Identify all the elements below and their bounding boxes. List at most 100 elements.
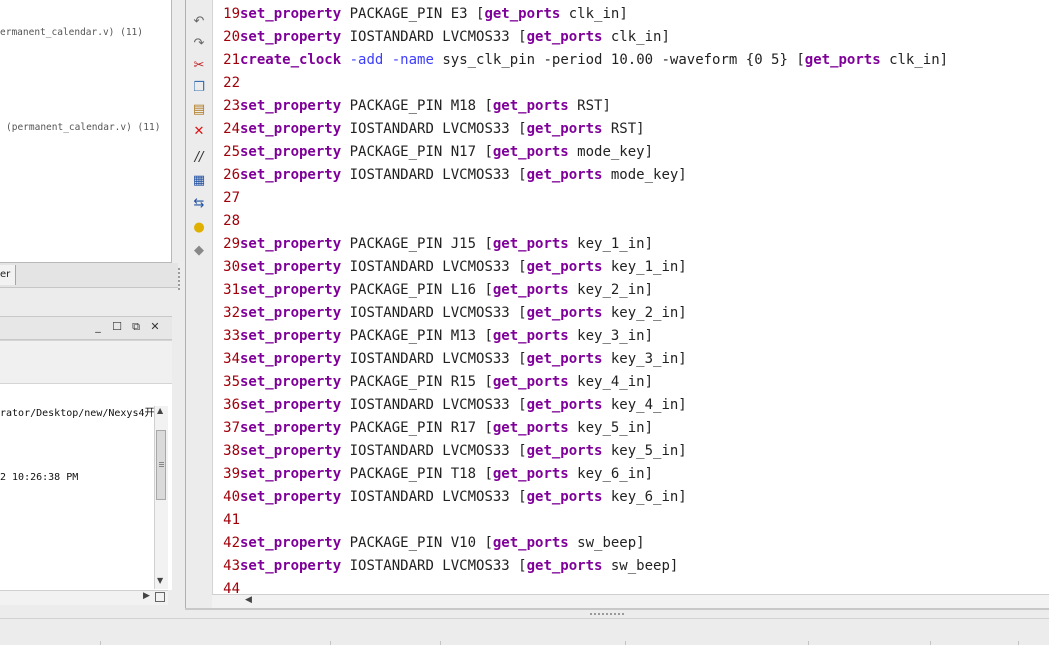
- code-line[interactable]: 41: [213, 509, 240, 532]
- code-keyword: set_property: [240, 305, 342, 321]
- line-number: 26: [223, 167, 240, 183]
- restore-icon[interactable]: ⧉: [129, 320, 143, 334]
- line-number: 44: [223, 581, 240, 594]
- code-line[interactable]: 30set_property IOSTANDARD LVCMOS33 [get_…: [213, 256, 687, 279]
- code-text: mode_key]: [568, 144, 654, 160]
- cut-icon[interactable]: ✂: [191, 58, 207, 74]
- code-line[interactable]: 28: [213, 210, 240, 233]
- redo-icon[interactable]: ↷: [191, 36, 207, 52]
- minimize-icon[interactable]: _: [91, 320, 105, 334]
- console-vertical-scrollbar[interactable]: ▲ ▼: [154, 406, 168, 589]
- code-line[interactable]: 42set_property PACKAGE_PIN V10 [get_port…: [213, 532, 644, 555]
- code-line[interactable]: 27: [213, 187, 240, 210]
- code-text: PACKAGE_PIN V10 [: [341, 535, 493, 551]
- code-line[interactable]: 26set_property IOSTANDARD LVCMOS33 [get_…: [213, 164, 687, 187]
- code-keyword: get_ports: [526, 397, 603, 413]
- code-text: IOSTANDARD LVCMOS33 [: [341, 351, 527, 367]
- console-body: rator/Desktop/new/Nexys4开 2 10:26:38 PM …: [0, 340, 172, 605]
- code-line[interactable]: 19set_property PACKAGE_PIN E3 [get_ports…: [213, 3, 628, 26]
- close-icon[interactable]: ✕: [148, 320, 162, 334]
- code-keyword: get_ports: [492, 236, 569, 252]
- code-text: PACKAGE_PIN T18 [: [341, 466, 493, 482]
- delete-icon[interactable]: ✕: [191, 124, 207, 140]
- code-keyword: set_property: [240, 98, 342, 114]
- code-text: key_1_in]: [568, 236, 654, 252]
- code-line[interactable]: 40set_property IOSTANDARD LVCMOS33 [get_…: [213, 486, 687, 509]
- line-number: 38: [223, 443, 240, 459]
- code-line[interactable]: 39set_property PACKAGE_PIN T18 [get_port…: [213, 463, 653, 486]
- line-number: 39: [223, 466, 240, 482]
- stamp-icon[interactable]: ◆: [191, 243, 207, 259]
- code-line[interactable]: 35set_property PACKAGE_PIN R15 [get_port…: [213, 371, 653, 394]
- line-number: 29: [223, 236, 240, 252]
- code-line[interactable]: 33set_property PACKAGE_PIN M13 [get_port…: [213, 325, 653, 348]
- code-keyword: get_ports: [526, 167, 603, 183]
- code-keyword: get_ports: [492, 282, 569, 298]
- code-text: PACKAGE_PIN M18 [: [341, 98, 493, 114]
- paste-icon[interactable]: ▤: [191, 102, 207, 118]
- code-text: key_4_in]: [568, 374, 654, 390]
- line-number: 41: [223, 512, 240, 528]
- hierarchy-item[interactable]: ermanent_calendar.v) (11): [0, 27, 143, 38]
- line-number: 33: [223, 328, 240, 344]
- maximize-icon[interactable]: ☐: [110, 320, 124, 334]
- scroll-down-icon[interactable]: ▼: [157, 576, 163, 585]
- code-keyword: get_ports: [526, 489, 603, 505]
- select-all-icon[interactable]: ▦: [191, 173, 207, 189]
- code-text: clk_in]: [560, 6, 628, 22]
- comment-icon[interactable]: //: [191, 150, 207, 166]
- editor-bottom-border: [185, 608, 1049, 610]
- line-number: 28: [223, 213, 240, 229]
- left-tab[interactable]: er: [0, 265, 17, 285]
- code-line[interactable]: 20set_property IOSTANDARD LVCMOS33 [get_…: [213, 26, 670, 49]
- line-number: 31: [223, 282, 240, 298]
- horizontal-splitter[interactable]: [590, 613, 626, 616]
- hint-bulb-icon[interactable]: ●: [191, 220, 207, 236]
- editor-horizontal-scrollbar[interactable]: ◀: [212, 594, 1049, 609]
- vertical-splitter[interactable]: [178, 0, 181, 610]
- code-line[interactable]: 38set_property IOSTANDARD LVCMOS33 [get_…: [213, 440, 687, 463]
- code-keyword: get_ports: [526, 259, 603, 275]
- code-editor[interactable]: 19set_property PACKAGE_PIN E3 [get_ports…: [212, 0, 1049, 594]
- code-line[interactable]: 32set_property IOSTANDARD LVCMOS33 [get_…: [213, 302, 687, 325]
- code-text: sw_beep]: [602, 558, 679, 574]
- code-keyword: set_property: [240, 420, 342, 436]
- code-keyword: get_ports: [484, 6, 561, 22]
- code-line[interactable]: 36set_property IOSTANDARD LVCMOS33 [get_…: [213, 394, 687, 417]
- code-keyword: set_property: [240, 489, 342, 505]
- code-text: key_6_in]: [602, 489, 687, 505]
- code-line[interactable]: 29set_property PACKAGE_PIN J15 [get_port…: [213, 233, 653, 256]
- code-text: clk_in]: [880, 52, 949, 68]
- code-text: key_4_in]: [602, 397, 687, 413]
- console-toolbar: [0, 341, 172, 384]
- code-flag: -name: [391, 52, 434, 68]
- code-text: key_2_in]: [602, 305, 687, 321]
- code-line[interactable]: 25set_property PACKAGE_PIN N17 [get_port…: [213, 141, 653, 164]
- undo-icon[interactable]: ↶: [191, 14, 207, 30]
- line-number: 27: [223, 190, 240, 206]
- console-horizontal-scrollbar[interactable]: ▶: [0, 590, 168, 605]
- code-line[interactable]: 37set_property PACKAGE_PIN R17 [get_port…: [213, 417, 653, 440]
- scroll-left-icon[interactable]: ◀: [245, 595, 252, 605]
- code-line[interactable]: 21create_clock -add -name sys_clk_pin -p…: [213, 49, 948, 72]
- code-keyword: get_ports: [492, 98, 569, 114]
- left-tab-strip: er: [0, 263, 178, 288]
- code-keyword: create_clock: [240, 52, 342, 68]
- code-line[interactable]: 22: [213, 72, 240, 95]
- console-path-line: rator/Desktop/new/Nexys4开: [0, 408, 155, 419]
- scroll-right-icon[interactable]: ▶: [143, 591, 150, 601]
- hierarchy-item[interactable]: (permanent_calendar.v) (11): [6, 122, 160, 133]
- code-line[interactable]: 23set_property PACKAGE_PIN M18 [get_port…: [213, 95, 611, 118]
- code-line[interactable]: 24set_property IOSTANDARD LVCMOS33 [get_…: [213, 118, 644, 141]
- console-scroll-thumb[interactable]: [156, 430, 166, 500]
- code-line[interactable]: 43set_property IOSTANDARD LVCMOS33 [get_…: [213, 555, 678, 578]
- code-keyword: set_property: [240, 351, 342, 367]
- replace-icon[interactable]: ⇆: [191, 196, 207, 212]
- scroll-up-icon[interactable]: ▲: [157, 406, 163, 415]
- status-bar: [0, 618, 1049, 645]
- code-line[interactable]: 44: [213, 578, 240, 594]
- copy-icon[interactable]: ❐: [191, 80, 207, 96]
- code-line[interactable]: 34set_property IOSTANDARD LVCMOS33 [get_…: [213, 348, 687, 371]
- code-text: clk_in]: [602, 29, 670, 45]
- code-line[interactable]: 31set_property PACKAGE_PIN L16 [get_port…: [213, 279, 653, 302]
